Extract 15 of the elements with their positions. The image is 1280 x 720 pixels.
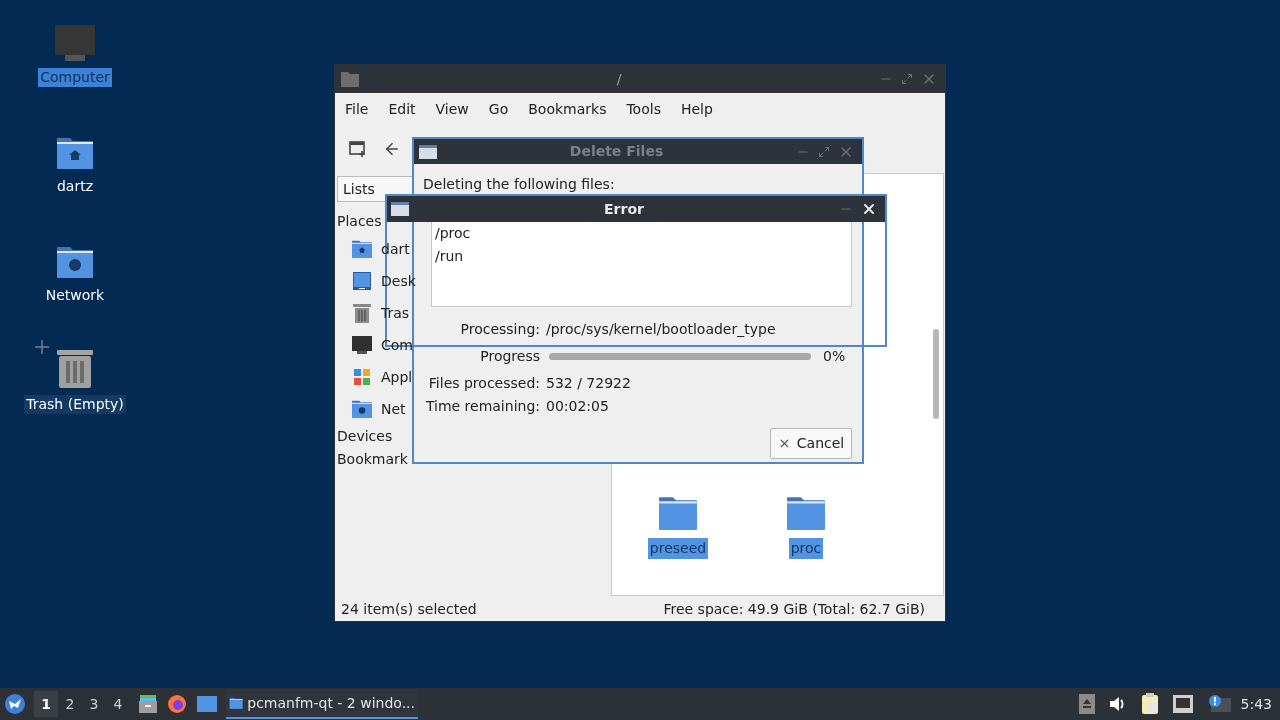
time-remaining-value: 00:02:05 (546, 397, 610, 416)
files-processed-count: 532 / 72922 (546, 374, 632, 393)
processing-path: /proc/sys/kernel/bootloader_type (546, 320, 777, 339)
field-label: Files processed: (427, 374, 540, 393)
field-label: Processing: (459, 320, 540, 339)
field-label: Progress (479, 347, 540, 366)
dialog-title: Error (603, 199, 645, 219)
place-label: Net (381, 399, 406, 419)
status-text: 24 item(s) selected (341, 599, 477, 619)
place-label: Appl (381, 367, 413, 387)
dialog-title: Delete Files (568, 142, 665, 161)
free-space-text: Free space: 49.9 GiB (Total: 62.7 GiB) (663, 599, 926, 619)
window-title: / (615, 69, 623, 89)
field-label: Time remaining: (424, 397, 540, 416)
progress-percent: 0% (823, 346, 846, 366)
